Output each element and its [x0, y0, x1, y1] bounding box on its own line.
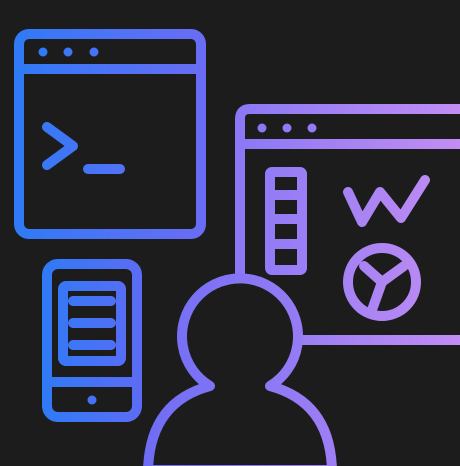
- sidebar-panel-icon: [265, 167, 307, 275]
- developer-tools-illustration: [14, 29, 460, 466]
- line-chart-icon: [343, 175, 430, 227]
- smartphone-icon: [42, 259, 142, 422]
- terminal-prompt-icon: [42, 122, 125, 174]
- user-person-icon: [143, 273, 337, 466]
- pie-chart-icon: [343, 243, 421, 321]
- terminal-window-icon: [14, 29, 206, 239]
